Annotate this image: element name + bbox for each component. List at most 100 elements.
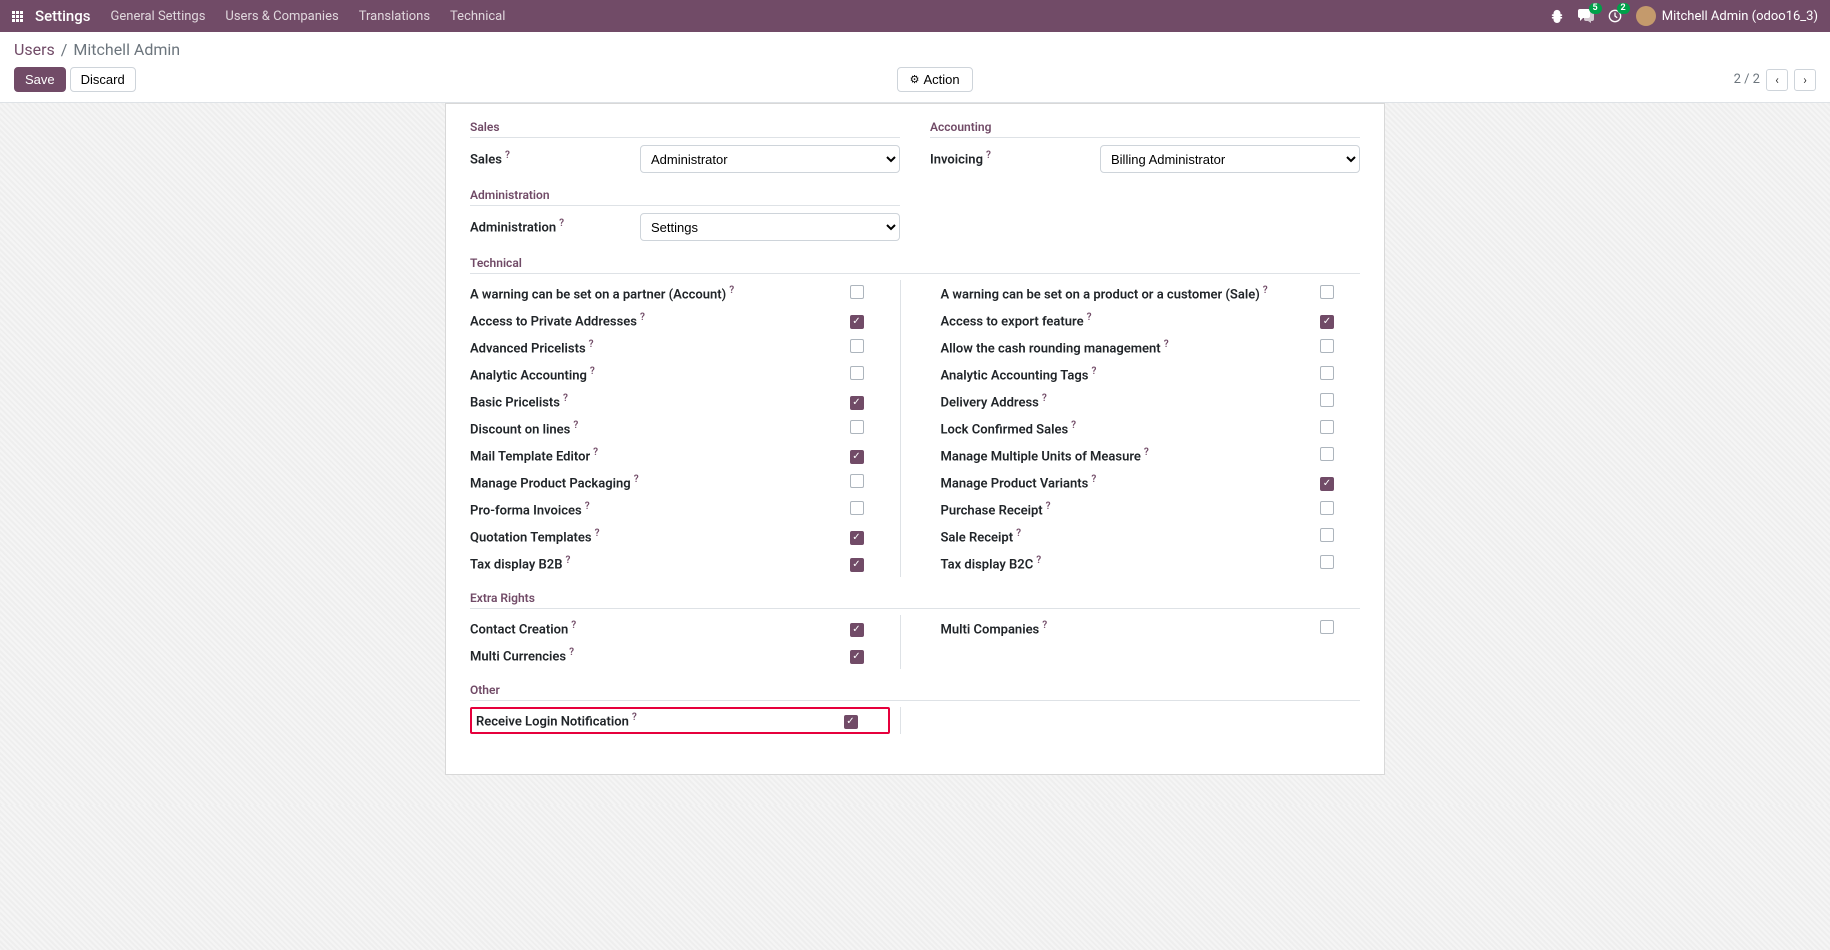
help-icon[interactable]: ? — [590, 366, 595, 377]
breadcrumb-sep: / — [61, 40, 68, 59]
checkbox-label: Tax display B2B? — [470, 555, 850, 572]
checkbox[interactable] — [1320, 339, 1334, 353]
help-icon[interactable]: ? — [559, 218, 564, 229]
help-icon[interactable]: ? — [1087, 312, 1092, 323]
checkbox[interactable] — [1320, 366, 1334, 380]
help-icon[interactable]: ? — [986, 150, 991, 161]
checkbox[interactable] — [844, 715, 858, 729]
checkbox[interactable] — [850, 420, 864, 434]
discard-button[interactable]: Discard — [70, 67, 136, 92]
checkbox[interactable] — [850, 558, 864, 572]
help-icon[interactable]: ? — [573, 420, 578, 431]
help-icon[interactable]: ? — [593, 447, 598, 458]
help-icon[interactable]: ? — [640, 312, 645, 323]
checkbox[interactable] — [850, 474, 864, 488]
checkbox[interactable] — [1320, 447, 1334, 461]
apps-icon[interactable] — [12, 11, 23, 22]
pager-text: 2 / 2 — [1734, 72, 1760, 87]
checkbox-label: Discount on lines? — [470, 420, 850, 437]
navbar-brand[interactable]: Settings — [35, 7, 91, 25]
checkbox-label: Sale Receipt? — [941, 528, 1321, 545]
help-icon[interactable]: ? — [729, 285, 734, 296]
messages-icon[interactable]: 5 — [1578, 9, 1594, 23]
checkbox[interactable] — [850, 315, 864, 329]
checkbox-row: Discount on lines? — [470, 415, 890, 442]
action-button[interactable]: ⚙ Action — [897, 67, 973, 92]
checkbox[interactable] — [850, 396, 864, 410]
label-invoicing: Invoicing? — [930, 150, 1100, 167]
help-icon[interactable]: ? — [571, 620, 576, 631]
checkbox[interactable] — [1320, 315, 1334, 329]
checkbox-row: Multi Companies? — [941, 615, 1361, 642]
bug-icon[interactable] — [1550, 9, 1564, 23]
checkbox-label: Multi Currencies? — [470, 647, 850, 664]
checkbox-label: A warning can be set on a partner (Accou… — [470, 285, 850, 302]
checkbox[interactable] — [1320, 555, 1334, 569]
help-icon[interactable]: ? — [1046, 501, 1051, 512]
help-icon[interactable]: ? — [1263, 285, 1268, 296]
checkbox[interactable] — [1320, 420, 1334, 434]
breadcrumb-root[interactable]: Users — [14, 40, 55, 59]
checkbox[interactable] — [1320, 477, 1334, 491]
help-icon[interactable]: ? — [1164, 339, 1169, 350]
checkbox[interactable] — [850, 531, 864, 545]
checkbox-row: Manage Product Packaging? — [470, 469, 890, 496]
help-icon[interactable]: ? — [569, 647, 574, 658]
help-icon[interactable]: ? — [1071, 420, 1076, 431]
checkbox[interactable] — [1320, 528, 1334, 542]
checkbox-label: Access to export feature? — [941, 312, 1321, 329]
pager-next[interactable]: › — [1794, 69, 1816, 91]
help-icon[interactable]: ? — [1042, 393, 1047, 404]
section-other: Other — [470, 683, 1360, 701]
nav-translations[interactable]: Translations — [359, 9, 430, 24]
help-icon[interactable]: ? — [1144, 447, 1149, 458]
checkbox-row: Analytic Accounting Tags? — [941, 361, 1361, 388]
select-sales[interactable]: Administrator — [640, 145, 900, 173]
checkbox[interactable] — [850, 339, 864, 353]
help-icon[interactable]: ? — [1036, 555, 1041, 566]
checkbox[interactable] — [850, 501, 864, 515]
checkbox-row: Analytic Accounting? — [470, 361, 890, 388]
pager: 2 / 2 ‹ › — [1734, 69, 1816, 91]
checkbox[interactable] — [850, 366, 864, 380]
nav-technical[interactable]: Technical — [450, 9, 505, 24]
checkbox-row: Manage Product Variants? — [941, 469, 1361, 496]
section-administration: Administration — [470, 188, 900, 206]
checkbox-row: Pro-forma Invoices? — [470, 496, 890, 523]
select-invoicing[interactable]: Billing Administrator — [1100, 145, 1360, 173]
help-icon[interactable]: ? — [1091, 474, 1096, 485]
checkbox[interactable] — [850, 650, 864, 664]
activities-icon[interactable]: 2 — [1608, 9, 1622, 23]
help-icon[interactable]: ? — [505, 150, 510, 161]
checkbox[interactable] — [850, 450, 864, 464]
checkbox[interactable] — [850, 623, 864, 637]
checkbox[interactable] — [850, 285, 864, 299]
help-icon[interactable]: ? — [634, 474, 639, 485]
help-icon[interactable]: ? — [1091, 366, 1096, 377]
save-button[interactable]: Save — [14, 67, 66, 92]
section-accounting: Accounting — [930, 120, 1360, 138]
pager-prev[interactable]: ‹ — [1766, 69, 1788, 91]
checkbox-label: Quotation Templates? — [470, 528, 850, 545]
help-icon[interactable]: ? — [563, 393, 568, 404]
checkbox-row: Quotation Templates? — [470, 523, 890, 550]
help-icon[interactable]: ? — [1042, 620, 1047, 631]
checkbox[interactable] — [1320, 620, 1334, 634]
help-icon[interactable]: ? — [595, 528, 600, 539]
help-icon[interactable]: ? — [632, 712, 637, 723]
help-icon[interactable]: ? — [565, 555, 570, 566]
nav-general-settings[interactable]: General Settings — [111, 9, 206, 24]
checkbox-row: Sale Receipt? — [941, 523, 1361, 550]
top-navbar: Settings General Settings Users & Compan… — [0, 0, 1830, 32]
user-menu[interactable]: Mitchell Admin (odoo16_3) — [1636, 6, 1818, 26]
messages-badge: 5 — [1589, 3, 1602, 14]
help-icon[interactable]: ? — [589, 339, 594, 350]
checkbox[interactable] — [1320, 285, 1334, 299]
nav-users-companies[interactable]: Users & Companies — [225, 9, 338, 24]
checkbox[interactable] — [1320, 501, 1334, 515]
help-icon[interactable]: ? — [1016, 528, 1021, 539]
select-administration[interactable]: Settings — [640, 213, 900, 241]
checkbox-row: Multi Currencies? — [470, 642, 890, 669]
checkbox[interactable] — [1320, 393, 1334, 407]
help-icon[interactable]: ? — [585, 501, 590, 512]
